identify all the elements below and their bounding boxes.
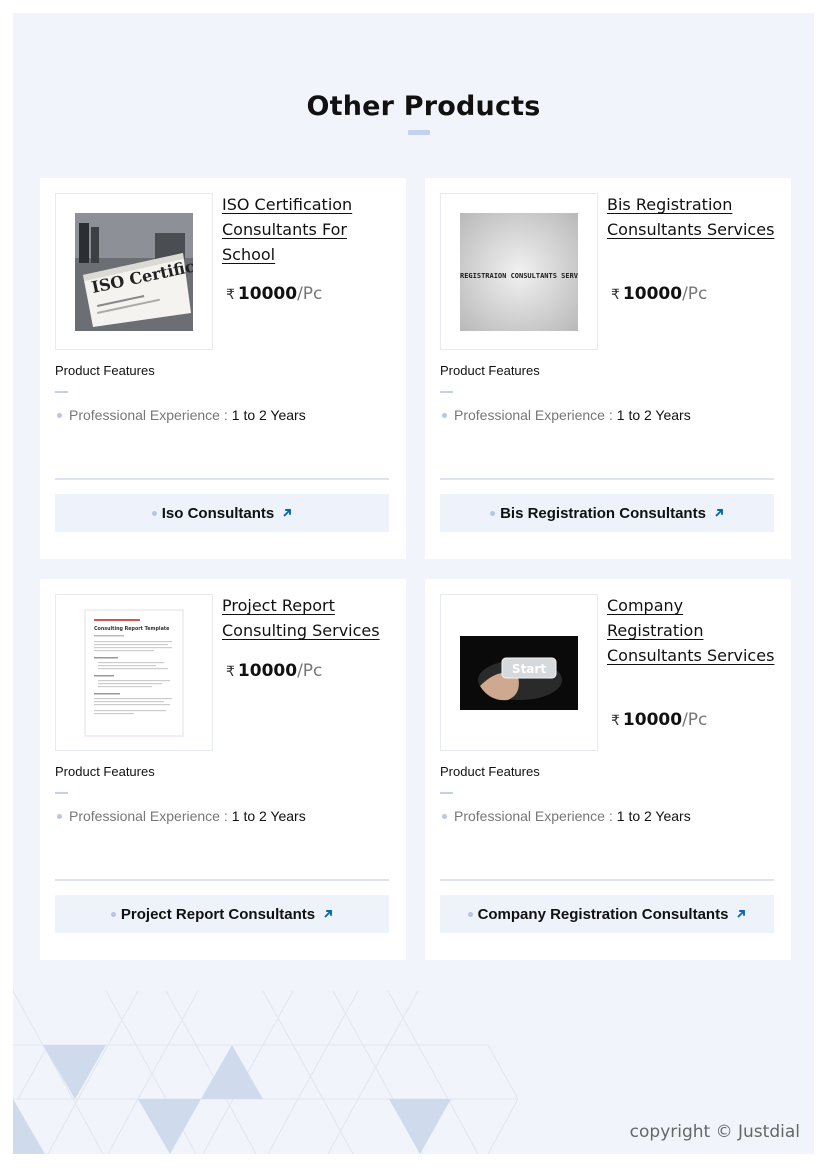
- category-button[interactable]: Bis Registration Consultants: [440, 494, 774, 532]
- feature-row: Professional Experience : 1 to 2 Years: [55, 407, 306, 423]
- bullet-icon: [442, 813, 447, 819]
- product-card: Consulting Report Template Project Repor…: [40, 579, 406, 960]
- feature-key: Professional Experience :: [69, 808, 228, 824]
- product-image[interactable]: Start: [440, 594, 598, 751]
- page: Other Products ISO Certification Consult…: [13, 13, 814, 1154]
- arrow-up-right-icon: [714, 508, 724, 518]
- feature-row: Professional Experience : 1 to 2 Years: [55, 808, 306, 824]
- rupee-icon: ₹: [226, 664, 235, 680]
- feature-value: 1 to 2 Years: [616, 407, 691, 423]
- features-divider: [55, 391, 68, 393]
- copyright-text: copyright © Justdial: [629, 1122, 800, 1142]
- category-button[interactable]: Iso Consultants: [55, 494, 389, 532]
- bullet-icon: [110, 911, 116, 917]
- category-button[interactable]: Project Report Consultants: [55, 895, 389, 933]
- photo-text: BIS REGISTRAION CONSULTANTS SERVICES: [460, 272, 578, 280]
- price-amount: 10000: [237, 661, 298, 681]
- rupee-icon: ₹: [611, 713, 620, 729]
- price: ₹ 10000 /Pc: [226, 284, 322, 304]
- rupee-icon: ₹: [611, 287, 620, 303]
- section-title: Other Products: [306, 91, 541, 122]
- price-amount: 10000: [237, 284, 298, 304]
- product-card: BIS REGISTRAION CONSULTANTS SERVICES Bis…: [425, 178, 791, 559]
- feature-key: Professional Experience :: [69, 407, 228, 423]
- category-label: Bis Registration Consultants: [500, 504, 706, 522]
- product-photo: BIS REGISTRAION CONSULTANTS SERVICES: [460, 212, 578, 331]
- category-label: Iso Consultants: [161, 504, 275, 522]
- bullet-icon: [57, 813, 62, 819]
- card-divider: [55, 478, 389, 480]
- card-divider: [440, 478, 774, 480]
- background-pattern: [13, 991, 518, 1154]
- product-photo: Start: [460, 635, 578, 710]
- category-label: Project Report Consultants: [120, 905, 316, 923]
- feature-row: Professional Experience : 1 to 2 Years: [440, 808, 691, 824]
- category-button[interactable]: Company Registration Consultants: [440, 895, 774, 933]
- bullet-icon: [442, 412, 447, 418]
- product-card: Start Company Registration Consultants S…: [425, 579, 791, 960]
- price: ₹ 10000 /Pc: [226, 661, 322, 681]
- bullet-icon: [57, 412, 62, 418]
- arrow-up-right-icon: [323, 909, 333, 919]
- product-name-link[interactable]: ISO Certification Consultants For School: [222, 192, 392, 267]
- features-divider: [440, 391, 453, 393]
- features-title: Product Features: [440, 363, 540, 378]
- feature-key: Professional Experience :: [454, 808, 613, 824]
- bullet-icon: [151, 510, 157, 516]
- features-title: Product Features: [55, 764, 155, 779]
- price-amount: 10000: [622, 710, 683, 730]
- feature-value: 1 to 2 Years: [616, 808, 691, 824]
- product-image[interactable]: BIS REGISTRAION CONSULTANTS SERVICES: [440, 193, 598, 350]
- feature-key: Professional Experience :: [454, 407, 613, 423]
- feature-value: 1 to 2 Years: [231, 808, 306, 824]
- feature-value: 1 to 2 Years: [231, 407, 306, 423]
- card-divider: [440, 879, 774, 881]
- features-divider: [440, 792, 453, 794]
- product-photo: Consulting Report Template: [84, 609, 184, 736]
- arrow-up-right-icon: [282, 508, 292, 518]
- features-title: Product Features: [440, 764, 540, 779]
- bullet-icon: [490, 510, 496, 516]
- price-amount: 10000: [622, 284, 683, 304]
- price-unit: /Pc: [682, 710, 708, 730]
- price-unit: /Pc: [297, 661, 323, 681]
- product-image[interactable]: Consulting Report Template: [55, 594, 213, 751]
- arrow-up-right-icon: [736, 909, 746, 919]
- feature-row: Professional Experience : 1 to 2 Years: [440, 407, 691, 423]
- product-image[interactable]: ISO Certification Consultants Sheet: [55, 193, 213, 350]
- card-divider: [55, 879, 389, 881]
- price: ₹ 10000 /Pc: [611, 710, 707, 730]
- product-card: ISO Certification Consultants Sheet ISO …: [40, 178, 406, 559]
- title-underline: [408, 130, 430, 135]
- price: ₹ 10000 /Pc: [611, 284, 707, 304]
- photo-text: Consulting Report Template: [94, 626, 170, 632]
- product-name-link[interactable]: Company Registration Consultants Service…: [607, 593, 777, 668]
- bullet-icon: [467, 911, 473, 917]
- features-title: Product Features: [55, 363, 155, 378]
- photo-text: Start: [512, 662, 546, 676]
- product-name-link[interactable]: Bis Registration Consultants Services: [607, 192, 777, 242]
- product-photo: ISO Certification Consultants Sheet: [75, 212, 193, 331]
- rupee-icon: ₹: [226, 287, 235, 303]
- price-unit: /Pc: [682, 284, 708, 304]
- product-name-link[interactable]: Project Report Consulting Services: [222, 593, 392, 643]
- category-label: Company Registration Consultants: [477, 905, 729, 923]
- features-divider: [55, 792, 68, 794]
- price-unit: /Pc: [297, 284, 323, 304]
